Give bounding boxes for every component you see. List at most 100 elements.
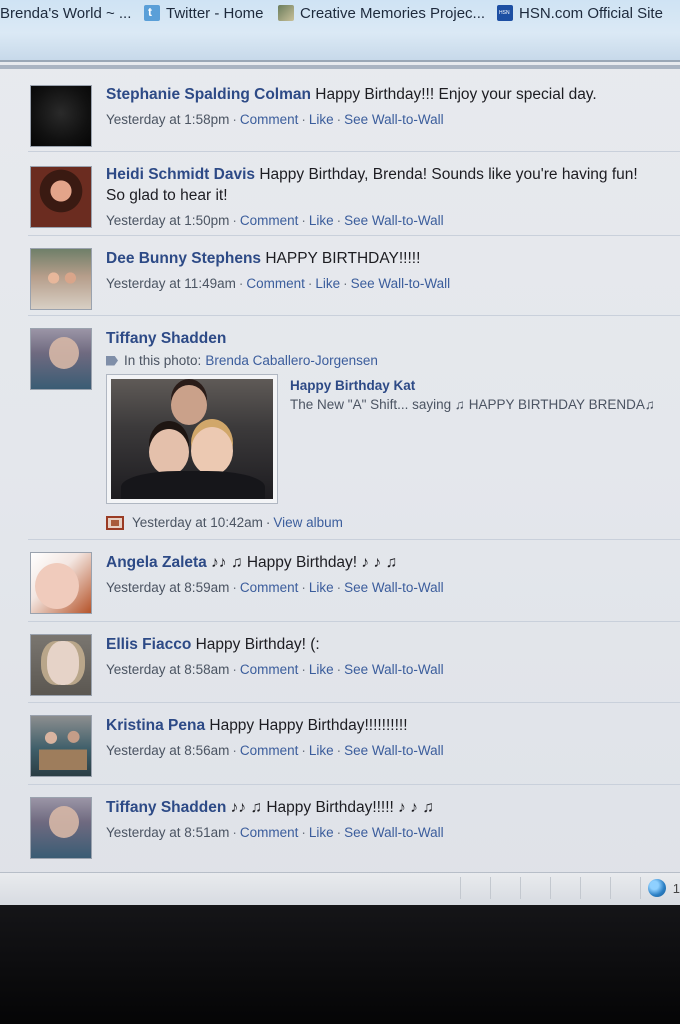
post-message: Happy Happy Birthday!!!!!!!!!!	[209, 717, 408, 734]
post-text: Dee Bunny Stephens HAPPY BIRTHDAY!!!!!	[106, 248, 660, 269]
post-time[interactable]: Yesterday at 8:58am	[106, 662, 229, 677]
album-info: Happy Birthday Kat The New "A" Shift... …	[290, 376, 655, 414]
post-meta: Yesterday at 8:59am · Comment · Like · See Wal…	[106, 580, 444, 595]
post-time[interactable]: Yesterday at 10:42am	[132, 512, 263, 533]
post-time[interactable]: Yesterday at 8:51am	[106, 825, 229, 840]
album-title-link[interactable]: Happy Birthday Kat	[290, 376, 655, 395]
photo-thumbnail[interactable]	[106, 374, 278, 504]
tagged-person-link[interactable]: Brenda Caballero-Jorgensen	[205, 350, 378, 371]
post-meta: Yesterday at 10:42am · View album	[106, 512, 343, 533]
bookmark-label: HSN.com Official Site	[519, 4, 663, 22]
post-time[interactable]: Yesterday at 11:49am	[106, 276, 236, 291]
author-name-link[interactable]: Stephanie Spalding Colman	[106, 86, 311, 103]
browser-status-bar: 1	[0, 872, 680, 905]
bookmark-twitter[interactable]: Twitter - Home	[144, 3, 264, 23]
comment-link[interactable]: Comment	[240, 112, 299, 127]
post-meta: Yesterday at 8:51am · Comment · Like · See Wal…	[106, 825, 444, 840]
comment-link[interactable]: Comment	[246, 276, 305, 291]
avatar[interactable]	[30, 552, 92, 614]
internet-zone-globe-icon[interactable]	[648, 879, 666, 897]
author-name-link[interactable]: Ellis Fiacco	[106, 636, 191, 653]
photo-album-icon	[106, 515, 124, 530]
avatar[interactable]	[30, 85, 92, 147]
post-text: Heidi Schmidt Davis Happy Birthday, Bren…	[106, 164, 660, 206]
post-time[interactable]: Yesterday at 8:56am	[106, 743, 229, 758]
like-link[interactable]: Like	[309, 580, 334, 595]
like-link[interactable]: Like	[309, 662, 334, 677]
post-text: Ellis Fiacco Happy Birthday! (:	[106, 634, 660, 655]
post-message: HAPPY BIRTHDAY!!!!!	[265, 250, 421, 267]
post-meta: Yesterday at 11:49am · Comment · Like · See Wa…	[106, 276, 451, 291]
tag-prefix: In this photo:	[124, 353, 202, 368]
wall-post-photo: Tiffany Shadden In this photo: Brenda Ca…	[28, 316, 680, 540]
wall-post: Stephanie Spalding Colman Happy Birthday…	[28, 70, 680, 152]
like-link[interactable]: Like	[309, 743, 334, 758]
birthday-photo	[111, 379, 273, 499]
bookmark-brendas-world[interactable]: Brenda's World ~ ...	[0, 3, 131, 23]
avatar[interactable]	[30, 328, 92, 390]
photo-tag-line: In this photo: Brenda Caballero-Jorgense…	[106, 350, 660, 371]
post-text: Kristina Pena Happy Happy Birthday!!!!!!…	[106, 715, 660, 736]
wall-to-wall-link[interactable]: See Wall-to-Wall	[344, 580, 444, 595]
wall-post: Heidi Schmidt Davis Happy Birthday, Bren…	[28, 152, 680, 236]
post-meta: Yesterday at 8:58am · Comment · Like · See Wal…	[106, 662, 444, 677]
creative-memories-icon	[278, 5, 294, 21]
like-link[interactable]: Like	[315, 276, 340, 291]
wall-to-wall-link[interactable]: See Wall-to-Wall	[351, 276, 451, 291]
avatar[interactable]	[30, 166, 92, 228]
post-text: Stephanie Spalding Colman Happy Birthday…	[106, 84, 660, 105]
author-name-link[interactable]: Heidi Schmidt Davis	[106, 166, 255, 183]
comment-link[interactable]: Comment	[240, 743, 299, 758]
comment-link[interactable]: Comment	[240, 662, 299, 677]
post-message: Happy Birthday! (:	[195, 636, 320, 653]
post-time[interactable]: Yesterday at 1:58pm	[106, 112, 229, 127]
like-link[interactable]: Like	[309, 213, 334, 228]
avatar[interactable]	[30, 634, 92, 696]
bookmark-label: Brenda's World ~ ...	[0, 4, 132, 22]
post-meta: Yesterday at 1:50pm · Comment · Like · See Wal…	[106, 213, 444, 228]
wall-to-wall-link[interactable]: See Wall-to-Wall	[344, 112, 444, 127]
wall-post: Kristina Pena Happy Happy Birthday!!!!!!…	[28, 703, 680, 785]
wall-to-wall-link[interactable]: See Wall-to-Wall	[344, 825, 444, 840]
wall-post: Ellis Fiacco Happy Birthday! (: Yesterda…	[28, 622, 680, 703]
bookmark-hsn[interactable]: HSN.com Official Site	[497, 3, 663, 23]
comment-link[interactable]: Comment	[240, 580, 299, 595]
wall-feed: Stephanie Spalding Colman Happy Birthday…	[28, 70, 680, 871]
bookmark-creative-memories[interactable]: Creative Memories Projec...	[278, 3, 485, 23]
wall-to-wall-link[interactable]: See Wall-to-Wall	[344, 743, 444, 758]
post-time[interactable]: Yesterday at 8:59am	[106, 580, 229, 595]
post-meta: Yesterday at 8:56am · Comment · Like · See Wal…	[106, 743, 444, 758]
hsn-icon	[497, 5, 513, 21]
browser-screen: Brenda's World ~ ... Twitter - Home Crea…	[0, 0, 680, 905]
comment-link[interactable]: Comment	[240, 213, 299, 228]
author-name-link[interactable]: Tiffany Shadden	[106, 330, 226, 347]
wall-post: Angela Zaleta ♪♪ ♫ Happy Birthday! ♪ ♪ ♫…	[28, 540, 680, 622]
album-description: The New "A" Shift... saying ♫ HAPPY BIRT…	[290, 397, 655, 412]
bookmarks-bar: Brenda's World ~ ... Twitter - Home Crea…	[0, 0, 680, 62]
zoom-level-text[interactable]: 1	[673, 881, 680, 896]
monitor-bezel	[0, 905, 680, 1024]
bookmark-label: Creative Memories Projec...	[300, 4, 486, 22]
post-time[interactable]: Yesterday at 1:50pm	[106, 213, 229, 228]
author-name-link[interactable]: Dee Bunny Stephens	[106, 250, 261, 267]
post-message: ♪♪ ♫ Happy Birthday! ♪ ♪ ♫	[211, 554, 398, 571]
twitter-icon	[144, 5, 160, 21]
post-message: ♪♪ ♫ Happy Birthday!!!!! ♪ ♪ ♫	[230, 799, 434, 816]
like-link[interactable]: Like	[309, 112, 334, 127]
author-name-link[interactable]: Tiffany Shadden	[106, 799, 226, 816]
avatar[interactable]	[30, 248, 92, 310]
like-link[interactable]: Like	[309, 825, 334, 840]
avatar[interactable]	[30, 715, 92, 777]
avatar[interactable]	[30, 797, 92, 859]
wall-post: Tiffany Shadden ♪♪ ♫ Happy Birthday!!!!!…	[28, 785, 680, 871]
toolbar-divider	[0, 65, 680, 69]
wall-to-wall-link[interactable]: See Wall-to-Wall	[344, 662, 444, 677]
comment-link[interactable]: Comment	[240, 825, 299, 840]
view-album-link[interactable]: View album	[273, 512, 343, 533]
tag-icon	[106, 355, 118, 366]
author-name-link[interactable]: Kristina Pena	[106, 717, 205, 734]
author-name-link[interactable]: Angela Zaleta	[106, 554, 207, 571]
post-message: Happy Birthday!!! Enjoy your special day…	[315, 86, 597, 103]
wall-to-wall-link[interactable]: See Wall-to-Wall	[344, 213, 444, 228]
post-text: Tiffany Shadden	[106, 328, 660, 349]
